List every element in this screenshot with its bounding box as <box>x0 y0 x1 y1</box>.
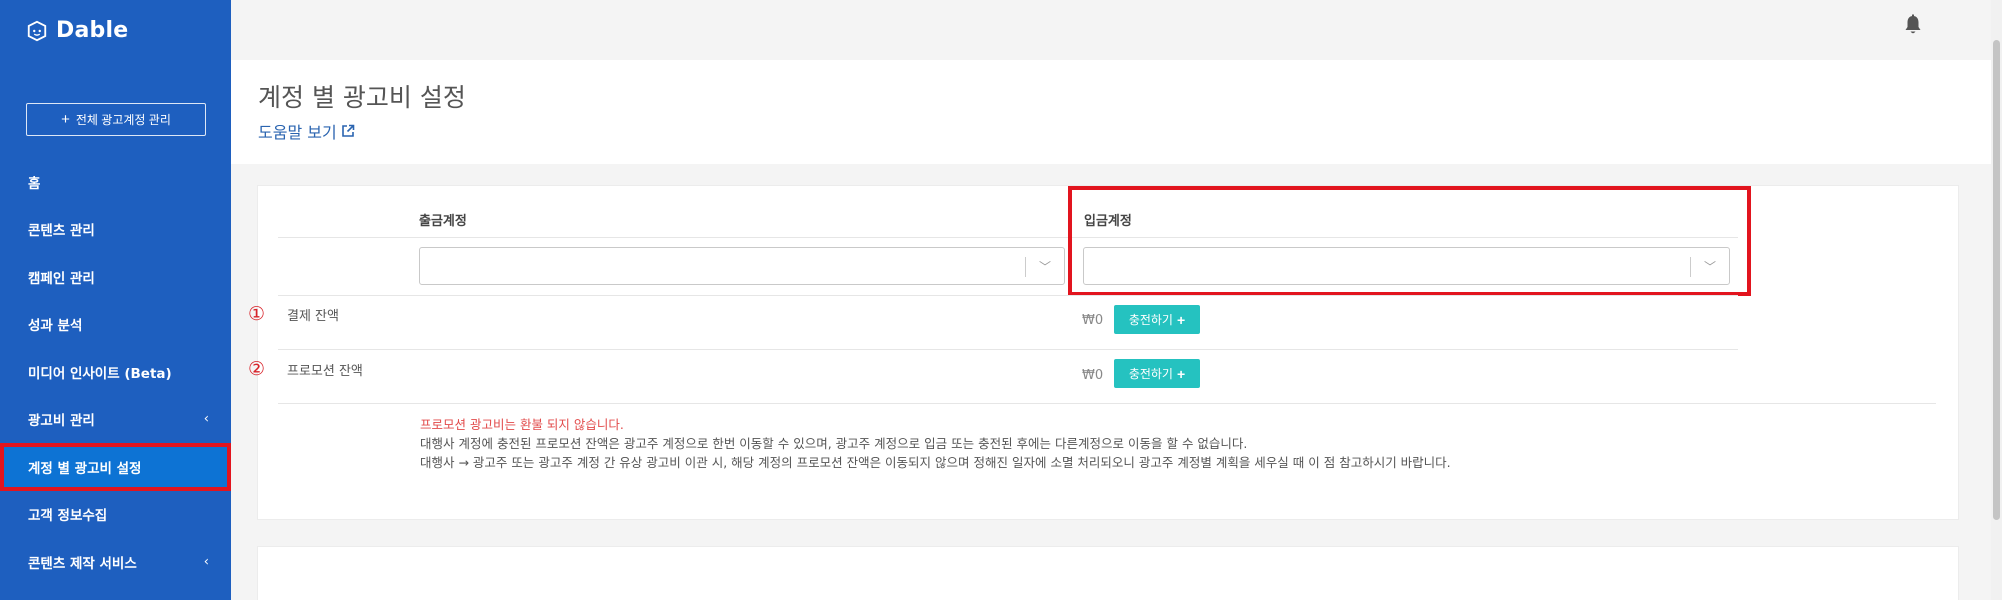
promotion-balance-label: 프로모션 잔액 <box>287 364 363 379</box>
notice-line-2: 대행사 → 광고주 또는 광고주 계정 간 유상 광고비 이관 시, 해당 계정… <box>420 455 1451 470</box>
sidebar-item-label: 콘텐츠 제작 서비스 <box>28 555 137 572</box>
charge-button-label: 충전하기 <box>1128 313 1173 327</box>
sidebar-item-customer-info[interactable]: 고객 정보수집 <box>0 491 231 539</box>
charge-button-label: 충전하기 <box>1128 367 1173 381</box>
annotation-marker-1: ① <box>248 303 266 325</box>
promotion-charge-button[interactable]: 충전하기 + <box>1114 359 1200 388</box>
sidebar-item-home[interactable]: 홈 <box>0 158 231 206</box>
payment-balance-label: 결제 잔액 <box>287 309 339 324</box>
sidebar-item-campaign[interactable]: 캠페인 관리 <box>0 253 231 301</box>
secondary-panel <box>257 546 1959 600</box>
sidebar-item-label: 성과 분석 <box>28 318 83 335</box>
sidebar-item-label: 콘텐츠 관리 <box>28 223 95 240</box>
bell-icon[interactable] <box>1903 14 1923 36</box>
all-accounts-button[interactable]: + 전체 광고계정 관리 <box>26 103 206 136</box>
payment-charge-button[interactable]: 충전하기 + <box>1114 305 1200 334</box>
sidebar-item-label: 고객 정보수집 <box>28 508 108 525</box>
plus-icon: + <box>1176 311 1186 328</box>
dable-logo-icon <box>27 20 47 41</box>
sidebar-item-account-budget[interactable]: 계정 별 광고비 설정 <box>0 443 231 491</box>
target-account-highlight <box>1068 186 1751 296</box>
scrollbar-thumb[interactable] <box>1993 40 2000 520</box>
sidebar-item-content-production[interactable]: 콘텐츠 제작 서비스 ‹ <box>0 538 231 586</box>
top-bar <box>231 0 1991 60</box>
page-title: 계정 별 광고비 설정 <box>258 83 466 112</box>
sidebar-item-label: 홈 <box>28 175 41 192</box>
sidebar-item-label: 캠페인 관리 <box>28 270 95 287</box>
logo[interactable]: Dable <box>26 18 128 43</box>
sidebar-item-label: 광고비 관리 <box>28 413 95 430</box>
all-accounts-label: 전체 광고계정 관리 <box>75 113 171 127</box>
external-link-icon <box>341 124 354 137</box>
source-account-heading: 출금계정 <box>419 214 467 229</box>
plus-icon: + <box>61 111 70 128</box>
promotion-balance-amount: ₩0 <box>1082 368 1104 383</box>
divider <box>278 295 1738 296</box>
select-separator <box>1025 257 1026 277</box>
sidebar-item-analytics[interactable]: 성과 분석 <box>0 301 231 349</box>
plus-icon: + <box>1176 365 1186 382</box>
help-link-label: 도움말 보기 <box>258 123 337 142</box>
notice-line-1: 대행사 계정에 충전된 프로모션 잔액은 광고주 계정으로 한번 이동할 수 있… <box>420 436 1248 451</box>
sidebar-item-content[interactable]: 콘텐츠 관리 <box>0 206 231 254</box>
sidebar-item-label: 계정 별 광고비 설정 <box>28 460 142 477</box>
refund-warning: 프로모션 광고비는 환불 되지 않습니다. <box>420 417 624 432</box>
chevron-left-icon: ‹ <box>203 411 209 427</box>
sidebar-nav: 홈 콘텐츠 관리 캠페인 관리 성과 분석 미디어 인사이트 (Beta) 광고… <box>0 158 231 586</box>
help-link[interactable]: 도움말 보기 <box>258 119 355 143</box>
source-account-select[interactable]: ﹀ <box>419 247 1065 285</box>
sidebar-item-media-insight[interactable]: 미디어 인사이트 (Beta) <box>0 348 231 396</box>
sidebar: Dable + 전체 광고계정 관리 홈 콘텐츠 관리 캠페인 관리 성과 분석… <box>0 0 231 600</box>
divider <box>278 349 1738 350</box>
page-header: 계정 별 광고비 설정 도움말 보기 <box>231 60 1991 164</box>
chevron-down-icon[interactable]: ﹀ <box>1039 258 1051 275</box>
chevron-left-icon: ‹ <box>203 554 209 570</box>
divider <box>278 403 1936 404</box>
sidebar-item-ad-budget[interactable]: 광고비 관리 ‹ <box>0 396 231 444</box>
annotation-marker-2: ② <box>248 358 266 380</box>
sidebar-item-label: 미디어 인사이트 (Beta) <box>28 365 172 382</box>
logo-text: Dable <box>56 18 129 43</box>
payment-balance-amount: ₩0 <box>1082 313 1104 328</box>
